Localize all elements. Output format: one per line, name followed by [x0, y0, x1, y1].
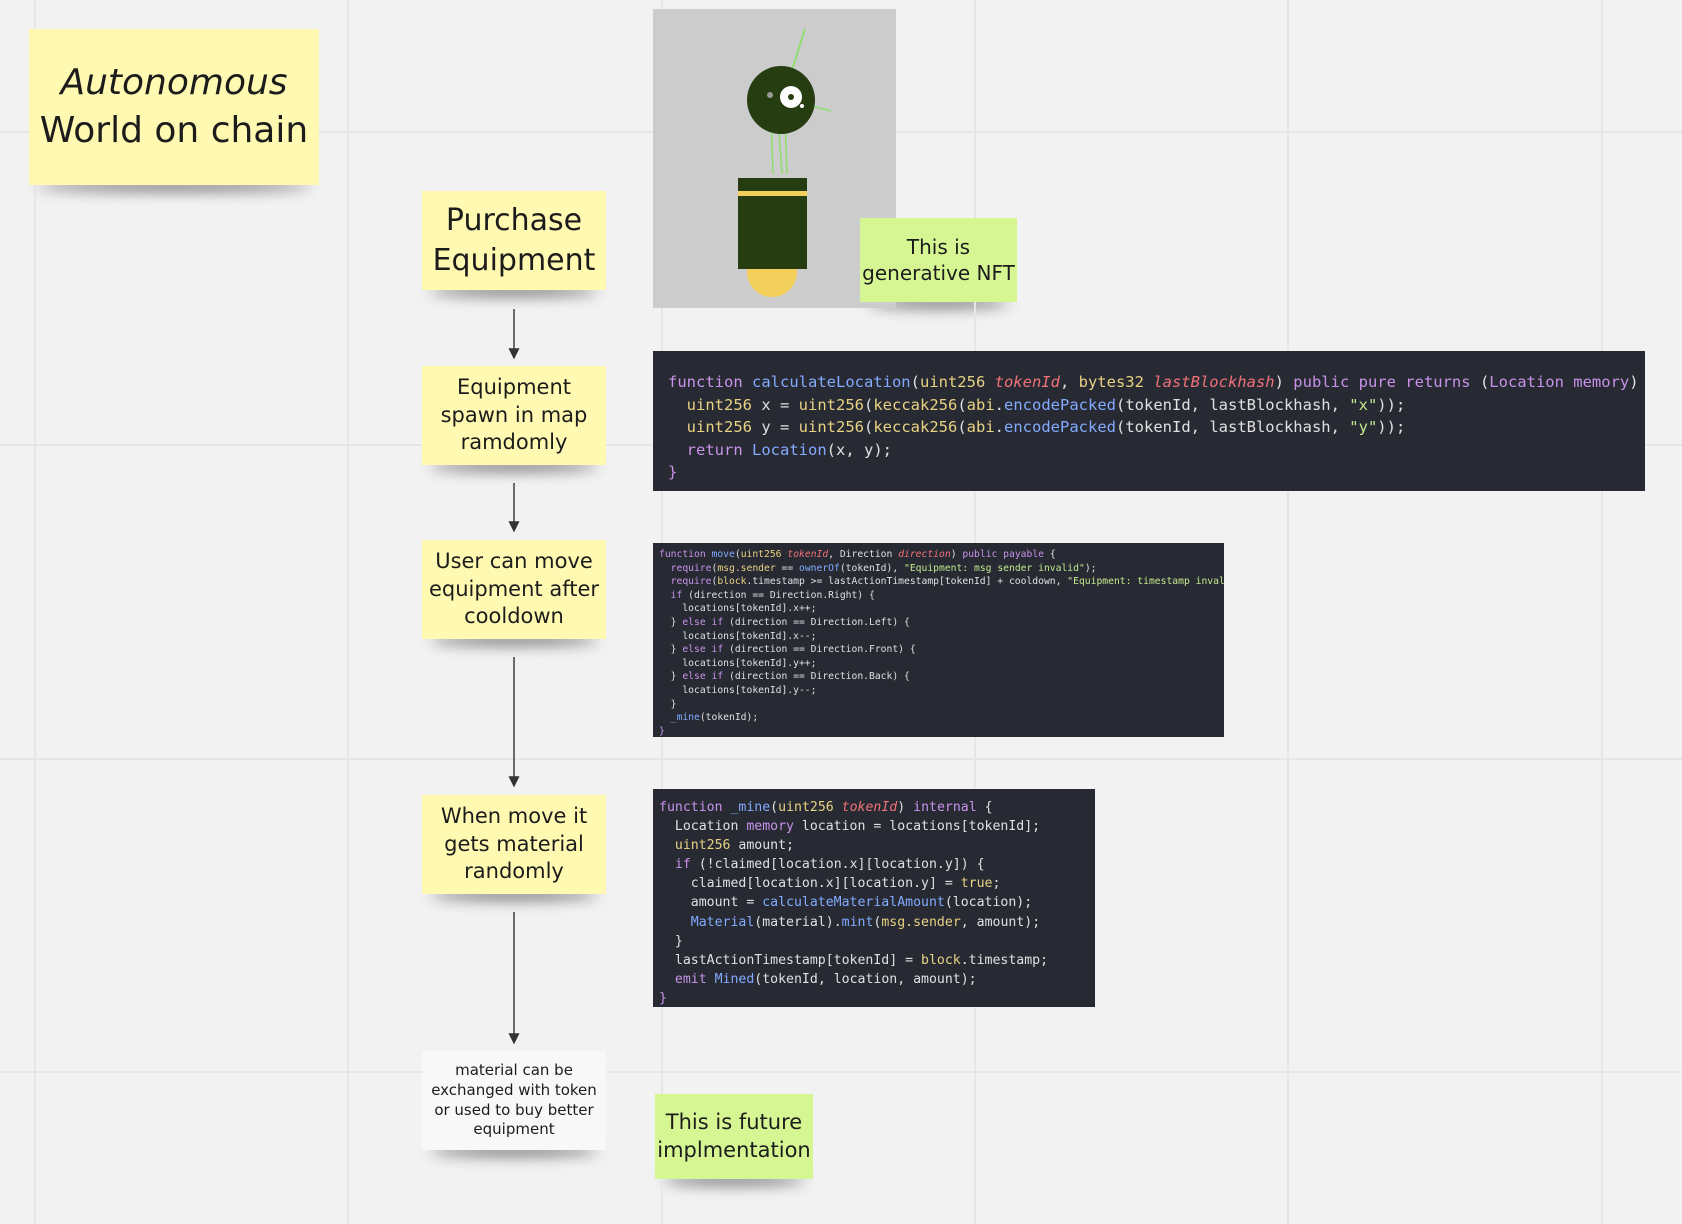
- code-line: require(block.timestamp >= lastActionTim…: [670, 576, 1224, 588]
- code-line: uint256 amount;: [674, 838, 794, 854]
- code-line: uint256 x = uint256(keccak256(abi.encode…: [686, 395, 1406, 414]
- code-line: }: [659, 933, 683, 949]
- code-line: if (direction == Direction.Right) {: [670, 589, 875, 601]
- code-line: locations[tokenId].x++;: [659, 603, 817, 615]
- code-line: locations[tokenId].y--;: [659, 684, 817, 696]
- code-line: } else if (direction == Direction.Left) …: [659, 616, 910, 628]
- code-line: _mine(tokenId);: [670, 712, 759, 724]
- code-line: locations[tokenId].y++;: [659, 657, 817, 669]
- code-line: return Location(x, y);: [686, 440, 892, 459]
- code-line: locations[tokenId].x--;: [659, 630, 817, 642]
- code-line: function move(uint256 tokenId, Direction…: [659, 549, 1056, 560]
- code-line: } else if (direction == Direction.Back) …: [659, 671, 910, 683]
- code-line: lastActionTimestamp[tokenId] = block.tim…: [659, 952, 1049, 968]
- code-line: Material(material).mint(msg.sender, amou…: [690, 914, 1041, 930]
- code-line: if (!claimed[location.x][location.y]) {: [674, 857, 985, 873]
- code-line: }: [659, 990, 667, 1006]
- code-line: }: [659, 725, 665, 737]
- code-calculate-location[interactable]: function calculateLocation(uint256 token…: [653, 351, 1645, 491]
- code-line: } else if (direction == Direction.Front)…: [659, 644, 916, 656]
- code-line: Location memory location = locations[tok…: [659, 819, 1041, 835]
- code-line: claimed[location.x][location.y] = true;: [659, 876, 1001, 892]
- code-mine-function[interactable]: function _mine(uint256 tokenId) internal…: [653, 789, 1095, 1007]
- code-line: uint256 y = uint256(keccak256(abi.encode…: [686, 418, 1406, 436]
- code-line: amount = calculateMaterialAmount(locatio…: [659, 895, 1033, 911]
- code-move-function[interactable]: function move(uint256 tokenId, Direction…: [653, 543, 1224, 737]
- code-line: require(msg.sender == ownerOf(tokenId), …: [670, 562, 1097, 574]
- code-line: function calculateLocation(uint256 token…: [668, 373, 1639, 391]
- code-line: emit Mined(tokenId, location, amount);: [674, 971, 977, 987]
- code-line: }: [659, 698, 677, 710]
- code-line: }: [668, 463, 678, 481]
- code-line: function _mine(uint256 tokenId) internal…: [659, 800, 993, 815]
